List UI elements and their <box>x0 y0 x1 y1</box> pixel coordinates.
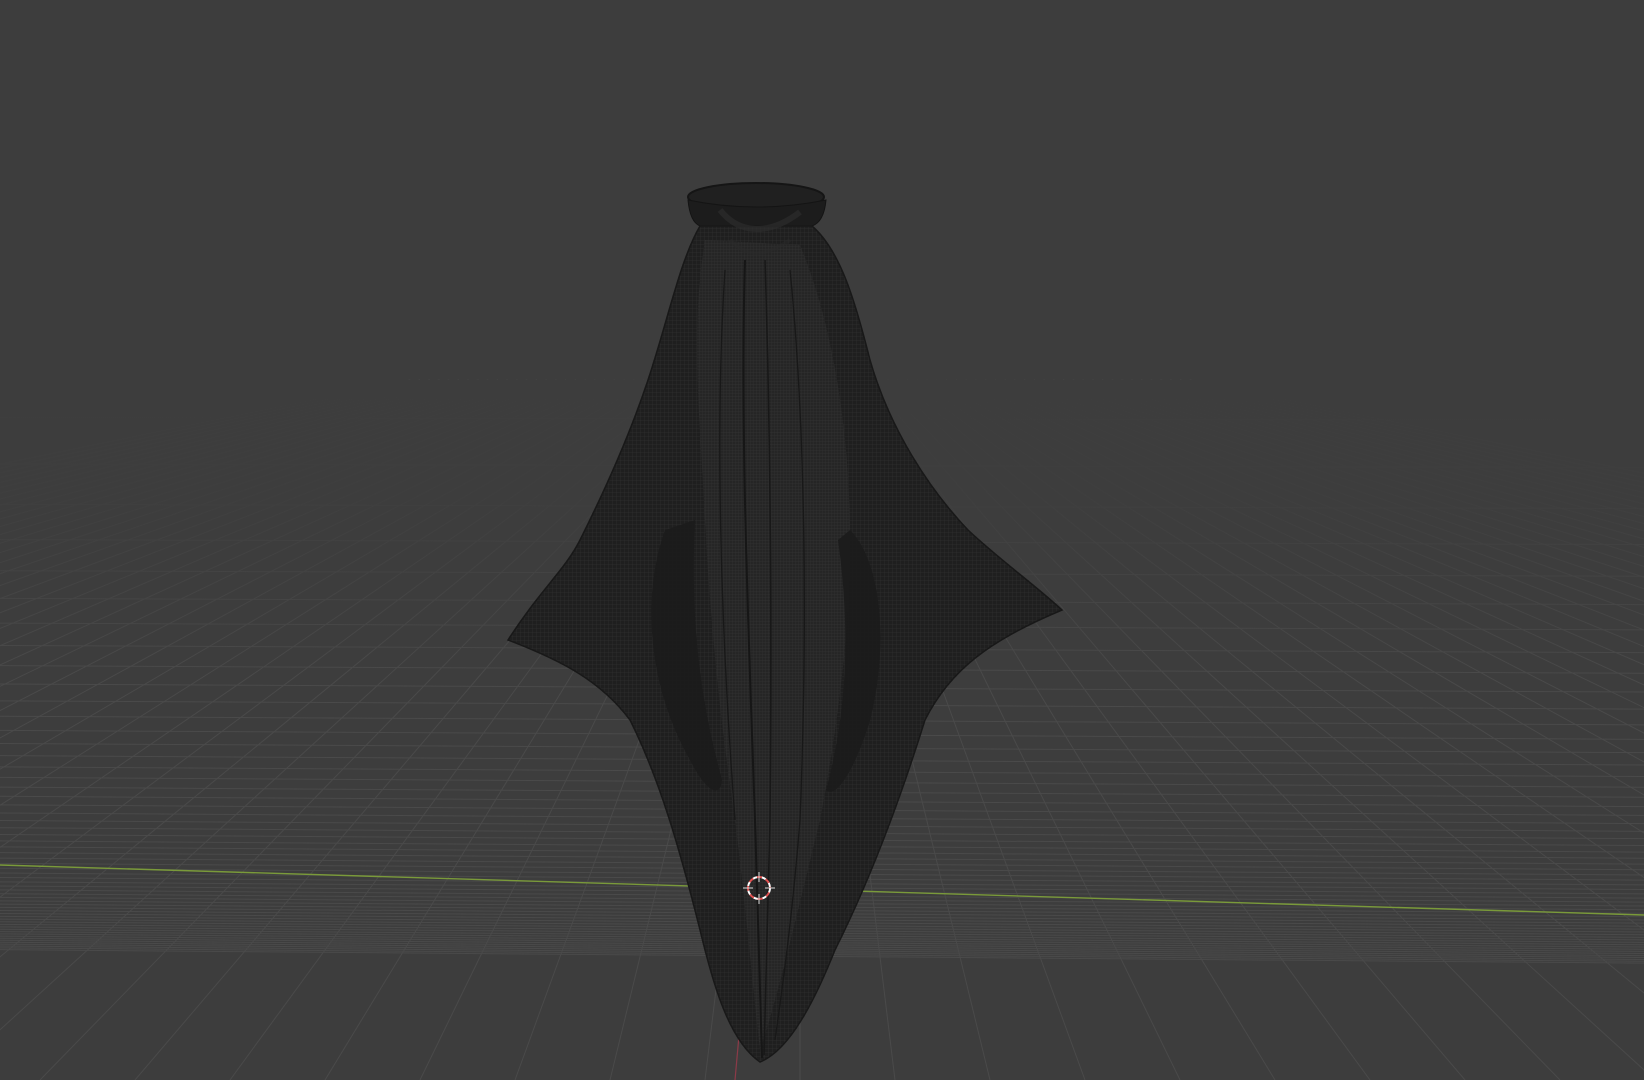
3d-viewport[interactable] <box>0 0 1644 1080</box>
cloth-mesh[interactable] <box>506 182 1064 1063</box>
viewport-canvas[interactable] <box>0 0 1644 1080</box>
